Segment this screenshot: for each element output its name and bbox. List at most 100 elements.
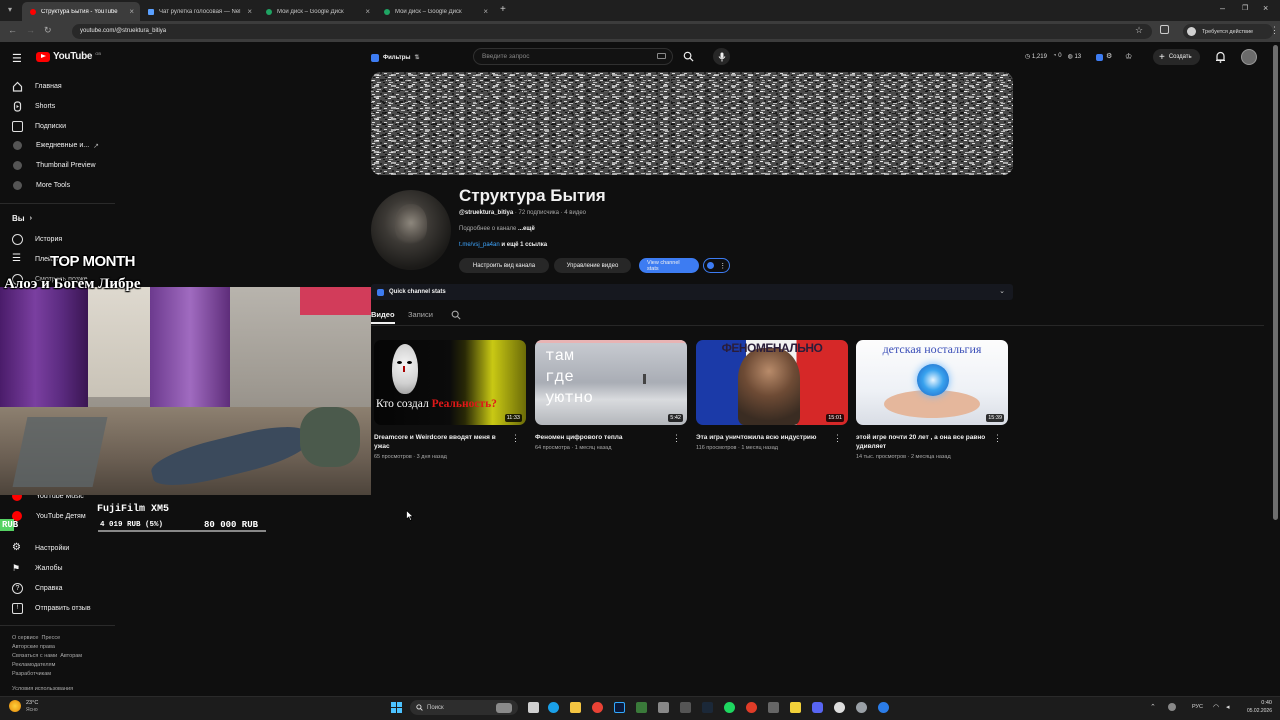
minecraft-icon[interactable]: [636, 702, 647, 713]
video-thumbnail[interactable]: там где уютно 5:42: [535, 340, 687, 425]
search-input[interactable]: Введите запрос: [473, 48, 673, 65]
stats-extension-button[interactable]: ⋮: [703, 258, 730, 273]
close-icon[interactable]: ×: [483, 7, 488, 16]
video-thumbnail[interactable]: ФЕНОМЕНАЛЬНО 15:01: [696, 340, 848, 425]
forward-icon[interactable]: →: [26, 25, 35, 35]
app-icon[interactable]: [680, 702, 691, 713]
video-menu-icon[interactable]: ⋮: [672, 433, 681, 444]
footer-link[interactable]: Авторские права: [12, 644, 55, 650]
tray-app-icon[interactable]: [1168, 703, 1176, 711]
language-indicator[interactable]: РУС: [1192, 704, 1203, 710]
search-button[interactable]: [676, 48, 700, 65]
hamburger-menu-icon[interactable]: ☰: [12, 52, 22, 65]
quick-channel-stats-bar[interactable]: Quick channel stats ⌄: [371, 284, 1013, 300]
task-view-icon[interactable]: [528, 702, 539, 713]
browser-tab[interactable]: Мой диск – Google Диск ×: [258, 2, 376, 21]
browser-tab[interactable]: Мой диск – Google Диск ×: [376, 2, 494, 21]
app-icon[interactable]: [834, 702, 845, 713]
search-icon[interactable]: [451, 310, 461, 320]
tray-chevron-up-icon[interactable]: ⌃: [1150, 703, 1156, 711]
video-title[interactable]: этой игре почти 20 лет , а она все равно…: [856, 433, 988, 451]
video-title[interactable]: Феномен цифрового тепла: [535, 433, 667, 442]
sidebar-item-settings[interactable]: ⚙ Настройки: [12, 543, 69, 554]
user-avatar[interactable]: [1241, 49, 1257, 65]
sidebar-item-home[interactable]: Главная: [12, 81, 62, 92]
weather-sun-icon[interactable]: [9, 700, 21, 712]
channel-link[interactable]: t.me/vsj_pa4an: [459, 242, 500, 248]
sidebar-you-header[interactable]: Вы ›: [12, 214, 32, 223]
customize-channel-button[interactable]: Настроить вид канала: [459, 258, 549, 273]
channel-about[interactable]: Подробнее о канале ...ещё: [459, 226, 535, 232]
filters-button[interactable]: Фильтры ⇅: [371, 51, 420, 64]
channel-stats-extension[interactable]: ◷ 1,219 ◔ 0 ◍ 13: [1025, 53, 1081, 60]
action-required-button[interactable]: Требуется действие: [1183, 24, 1273, 39]
photoshop-icon[interactable]: [614, 702, 625, 713]
close-icon[interactable]: ×: [365, 7, 370, 16]
steam-icon[interactable]: [702, 702, 713, 713]
settings-icon[interactable]: [856, 702, 867, 713]
video-card[interactable]: ФЕНОМЕНАЛЬНО 15:01 Эта игра уничтожила в…: [696, 340, 848, 451]
spotify-icon[interactable]: [724, 702, 735, 713]
footer-link[interactable]: Условия использования: [12, 686, 73, 692]
trophy-icon[interactable]: ♔: [1125, 52, 1132, 61]
browser-tab[interactable]: Чат рулетка голосовая — Nel ×: [140, 2, 258, 21]
new-tab-button[interactable]: +: [500, 4, 506, 15]
close-icon[interactable]: ×: [247, 7, 252, 16]
obs-record-icon[interactable]: [746, 702, 757, 713]
back-icon[interactable]: ←: [8, 25, 17, 35]
taskbar-search[interactable]: Поиск: [410, 700, 518, 715]
clock-date[interactable]: 05.02.2026: [1238, 708, 1272, 714]
sidebar-item-thumbnail-preview[interactable]: Thumbnail Preview: [12, 161, 96, 170]
tab-videos[interactable]: Видео: [371, 310, 395, 319]
voice-search-button[interactable]: [713, 48, 730, 65]
notifications-bell-icon[interactable]: [1215, 51, 1226, 63]
terminal-icon[interactable]: [768, 702, 779, 713]
more-links[interactable]: и ещё 1 ссылка: [501, 242, 547, 248]
video-menu-icon[interactable]: ⋮: [833, 433, 842, 444]
sidebar-item-history[interactable]: История: [12, 234, 62, 245]
video-title[interactable]: Эта игра уничтожила всю индустрию: [696, 433, 828, 442]
file-explorer-icon[interactable]: [570, 702, 581, 713]
video-menu-icon[interactable]: ⋮: [511, 433, 520, 444]
close-icon[interactable]: ×: [129, 7, 134, 16]
sidebar-item-more-tools[interactable]: More Tools: [12, 181, 70, 190]
create-button[interactable]: + Создать: [1153, 49, 1200, 65]
sidebar-item-daily[interactable]: Ежедневные и... ↗: [12, 141, 99, 150]
app-icon[interactable]: [878, 702, 889, 713]
browser-menu-icon[interactable]: ⋮: [1270, 25, 1279, 36]
sidebar-item-yt-kids[interactable]: YouTube Детям: [12, 511, 86, 521]
extensions-icon[interactable]: [1160, 25, 1169, 34]
sidebar-item-subscriptions[interactable]: Подписки: [12, 121, 66, 132]
app-icon[interactable]: [658, 702, 669, 713]
wifi-icon[interactable]: ◠: [1213, 703, 1219, 711]
volume-icon[interactable]: ◂: [1226, 703, 1230, 711]
video-card[interactable]: там где уютно 5:42 Феномен цифрового теп…: [535, 340, 687, 451]
edge-icon[interactable]: [548, 702, 559, 713]
sidebar-item-feedback[interactable]: ! Отправить отзыв: [12, 603, 91, 614]
url-field[interactable]: youtube.com/@struektura_bitiya: [72, 24, 1152, 39]
windows-start-icon[interactable]: [391, 702, 402, 713]
clock-time[interactable]: 0:40: [1240, 700, 1272, 706]
tab-list-icon[interactable]: ▾: [8, 5, 12, 14]
sidebar-item-reports[interactable]: ⚑ Жалобы: [12, 563, 63, 574]
discord-icon[interactable]: [812, 702, 823, 713]
sidebar-item-shorts[interactable]: Shorts: [12, 101, 55, 112]
video-card[interactable]: Кто создал Реальность? 11:33 Dreamcore и…: [374, 340, 526, 460]
page-scrollbar-thumb[interactable]: [1273, 45, 1278, 520]
view-channel-stats-button[interactable]: View channel stats: [639, 258, 699, 273]
footer-link[interactable]: О сервисе: [12, 635, 38, 641]
bookmark-star-icon[interactable]: ☆: [1135, 25, 1143, 36]
extension-icon[interactable]: [1096, 54, 1103, 61]
settings-gear-icon[interactable]: ⚙: [1106, 52, 1112, 60]
reload-icon[interactable]: ↻: [44, 25, 52, 36]
video-menu-icon[interactable]: ⋮: [993, 433, 1002, 444]
video-thumbnail[interactable]: Кто создал Реальность? 11:33: [374, 340, 526, 425]
sidebar-item-help[interactable]: ? Справка: [12, 583, 62, 594]
footer-link[interactable]: Связаться с нами: [12, 653, 57, 659]
footer-link[interactable]: Авторам: [60, 653, 82, 659]
footer-link[interactable]: Разработчикам: [12, 671, 51, 677]
channel-avatar[interactable]: [371, 190, 451, 270]
manage-videos-button[interactable]: Управление видео: [554, 258, 631, 273]
tab-posts[interactable]: Записи: [408, 310, 433, 319]
chrome-icon[interactable]: [592, 702, 603, 713]
